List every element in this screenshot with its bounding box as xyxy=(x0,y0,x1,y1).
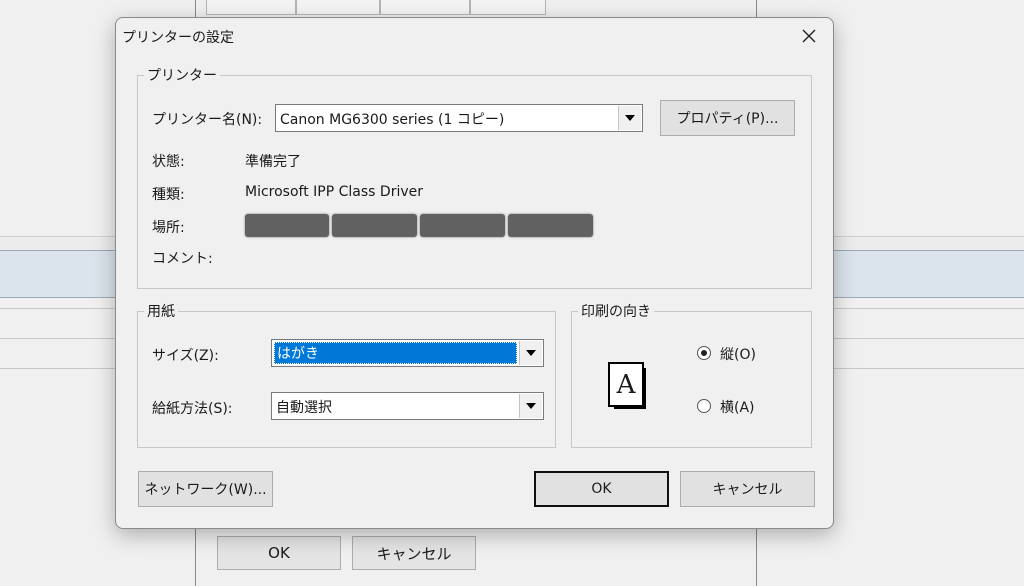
portrait-radio[interactable] xyxy=(697,346,711,360)
portrait-label[interactable]: 縦(O) xyxy=(720,344,756,364)
background-tab[interactable] xyxy=(470,0,546,15)
landscape-label[interactable]: 横(A) xyxy=(720,397,755,417)
network-button[interactable]: ネットワーク(W)... xyxy=(138,471,273,507)
redacted-location-block xyxy=(508,214,593,237)
portrait-page-icon: A xyxy=(608,362,646,409)
landscape-radio[interactable] xyxy=(697,399,711,413)
status-label: 状態: xyxy=(152,154,185,170)
orientation-icon-letter: A xyxy=(616,369,636,400)
printer-group-legend: プリンター xyxy=(147,68,217,84)
background-cancel-button[interactable]: キャンセル xyxy=(352,536,476,570)
chevron-down-icon[interactable] xyxy=(519,394,542,418)
background-tab[interactable] xyxy=(206,0,296,15)
redacted-location-block xyxy=(245,214,329,237)
redacted-location-block xyxy=(332,214,417,237)
status-value: 準備完了 xyxy=(245,154,301,170)
paper-source-select[interactable]: 自動選択 xyxy=(271,392,544,420)
close-icon xyxy=(802,29,816,43)
type-label: 種類: xyxy=(152,187,185,203)
type-value: Microsoft IPP Class Driver xyxy=(245,184,423,200)
printer-name-label: プリンター名(N): xyxy=(152,112,263,128)
properties-button[interactable]: プロパティ(P)... xyxy=(660,100,795,136)
background-tab[interactable] xyxy=(380,0,470,15)
ok-button[interactable]: OK xyxy=(534,471,669,507)
close-button[interactable] xyxy=(793,22,825,50)
chevron-down-icon[interactable] xyxy=(519,341,542,365)
paper-source-value: 自動選択 xyxy=(276,400,332,416)
redacted-location-block xyxy=(420,214,505,237)
dialog-title: プリンターの設定 xyxy=(122,30,234,46)
printer-name-select[interactable]: Canon MG6300 series (1 コピー) xyxy=(275,104,643,132)
printer-group: プリンター xyxy=(137,65,812,289)
background-ok-button[interactable]: OK xyxy=(217,536,341,570)
background-tab[interactable] xyxy=(296,0,380,15)
paper-size-value: はがき xyxy=(274,342,517,364)
paper-source-label: 給紙方法(S): xyxy=(152,401,233,417)
paper-group-legend: 用紙 xyxy=(147,304,175,320)
chevron-down-icon[interactable] xyxy=(618,106,641,130)
location-label: 場所: xyxy=(152,220,185,236)
cancel-button[interactable]: キャンセル xyxy=(680,471,815,507)
printer-name-value: Canon MG6300 series (1 コピー) xyxy=(280,112,505,128)
paper-size-label: サイズ(Z): xyxy=(152,348,219,364)
paper-group: 用紙 xyxy=(137,301,556,448)
comment-label: コメント: xyxy=(152,251,213,267)
orientation-group-legend: 印刷の向き xyxy=(581,304,651,320)
paper-size-select[interactable]: はがき xyxy=(271,339,544,367)
